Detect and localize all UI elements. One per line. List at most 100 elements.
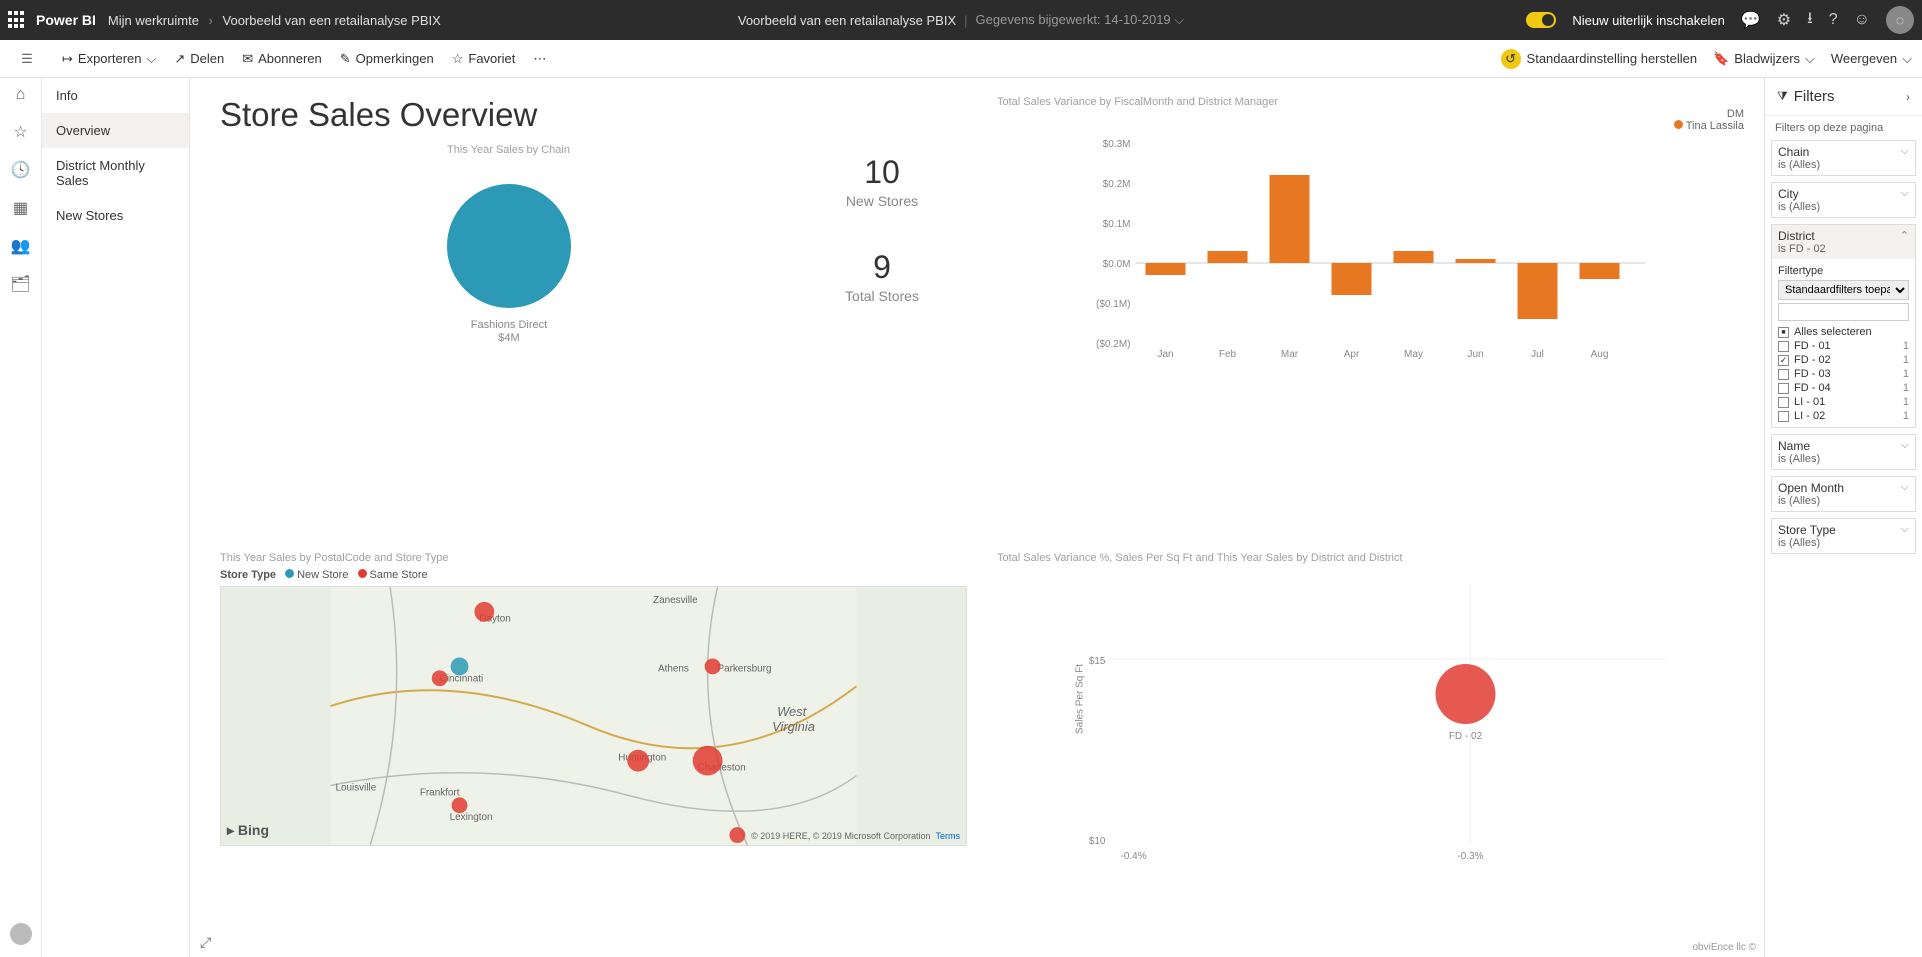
workspace-icon[interactable]: 🗂 — [10, 274, 30, 294]
app-launcher-icon[interactable] — [8, 11, 26, 29]
filter-card-city[interactable]: City is (Alles) ⌵ — [1771, 182, 1916, 218]
tab-new-stores[interactable]: New Stores — [42, 198, 189, 233]
kpi-new-stores-value: 10 — [797, 154, 967, 191]
favorites-icon[interactable]: ☆ — [13, 122, 27, 142]
recent-icon[interactable]: 🕓 — [11, 160, 31, 180]
svg-text:Zanesville: Zanesville — [653, 594, 698, 605]
bar-chart[interactable]: $0.3M $0.2M $0.1M $0.0M ($0.1M) ($0.2M) … — [997, 132, 1744, 362]
map-attribution: © 2019 HERE, © 2019 Microsoft Corporatio… — [751, 831, 960, 841]
svg-text:Jul: Jul — [1531, 349, 1544, 360]
user-avatar[interactable]: ◌ — [1886, 6, 1914, 34]
tab-district-monthly[interactable]: District Monthly Sales — [42, 148, 189, 198]
checkbox-option[interactable]: FD - 041 — [1778, 381, 1909, 395]
tab-info[interactable]: Info — [42, 78, 189, 113]
map-terms-link[interactable]: Terms — [936, 831, 961, 841]
svg-text:Sales Per Sq Ft: Sales Per Sq Ft — [1075, 663, 1086, 733]
checkbox-option[interactable]: LI - 021 — [1778, 409, 1909, 423]
scatter-chart[interactable]: Sales Per Sq Ft $15 $10 FD - 02 -0.4% -0… — [997, 564, 1744, 864]
comments-button[interactable]: ✎ Opmerkingen — [340, 51, 434, 67]
checkbox-option[interactable]: FD - 021 — [1778, 353, 1909, 367]
download-icon[interactable]: ⭳ — [1807, 7, 1813, 34]
data-updated[interactable]: Gegevens bijgewerkt: 14-10-2019 ⌵ — [976, 12, 1185, 28]
filters-scope-label: Filters op deze pagina — [1765, 116, 1922, 138]
reset-default-button[interactable]: ↺Standaardinstelling herstellen — [1501, 49, 1698, 69]
view-button[interactable]: Weergeven ⌵ — [1831, 51, 1912, 67]
scatter-section: Total Sales Variance %, Sales Per Sq Ft … — [997, 552, 1744, 950]
chevron-down-icon: ⌵ — [1901, 187, 1909, 200]
filter-card-store-type[interactable]: Store Type is (Alles) ⌵ — [1771, 518, 1916, 554]
checkbox-option[interactable]: LI - 011 — [1778, 395, 1909, 409]
report-footer: obviEnce llc © — [1692, 942, 1756, 953]
svg-text:Virginia: Virginia — [772, 718, 815, 733]
favorite-button[interactable]: ☆ Favoriet — [452, 51, 516, 67]
chevron-down-icon: ⌵ — [1901, 439, 1909, 452]
chevron-right-icon[interactable]: › — [1906, 90, 1910, 104]
svg-text:$4M: $4M — [498, 332, 519, 344]
new-look-label: Nieuw uiterlijk inschakelen — [1572, 13, 1724, 28]
filtertype-select[interactable]: Standaardfilters toepassen — [1778, 280, 1909, 300]
top-right-actions: Nieuw uiterlijk inschakelen 💬 ⚙ ⭳ ? ☺ ◌ — [1526, 6, 1914, 34]
map-visual[interactable]: Dayton Cincinnati Frankfort Lexington Za… — [220, 586, 967, 846]
filters-panel: ⧩ Filters › Filters op deze pagina Chain… — [1764, 78, 1922, 957]
map-title: This Year Sales by PostalCode and Store … — [220, 552, 967, 564]
chevron-down-icon: ⌵ — [1901, 523, 1909, 536]
pie-chart[interactable]: Fashions Direct $4M — [409, 166, 609, 356]
subscribe-button[interactable]: ✉ Abonneren — [242, 51, 322, 67]
export-button[interactable]: ↦ Exporteren ⌵ — [62, 51, 156, 67]
chevron-down-icon: ⌵ — [1901, 481, 1909, 494]
filter-card-district[interactable]: District is FD - 02 ⌃ — [1771, 224, 1916, 259]
svg-text:($0.1M): ($0.1M) — [1096, 299, 1130, 310]
bar-chart-legend: DM Tina Lassila — [997, 108, 1744, 132]
chat-icon[interactable]: 💬 — [1741, 10, 1761, 30]
apps-icon[interactable]: ▦ — [13, 198, 28, 218]
filter-district-body: Filtertype Standaardfilters toepassen Al… — [1771, 259, 1916, 428]
report-name-center: Voorbeeld van een retailanalyse PBIX — [738, 13, 956, 28]
filter-card-chain[interactable]: Chain is (Alles) ⌵ — [1771, 140, 1916, 176]
svg-text:$0.3M: $0.3M — [1103, 139, 1131, 150]
workspace-avatar[interactable] — [10, 923, 32, 945]
svg-text:Apr: Apr — [1344, 349, 1360, 360]
filter-card-open-month[interactable]: Open Month is (Alles) ⌵ — [1771, 476, 1916, 512]
home-icon[interactable]: ⌂ — [16, 86, 26, 104]
bar-chart-title: Total Sales Variance by FiscalMonth and … — [997, 96, 1744, 108]
svg-text:Fashions Direct: Fashions Direct — [470, 319, 546, 331]
svg-text:Lexington: Lexington — [450, 812, 493, 823]
svg-text:Aug: Aug — [1591, 349, 1609, 360]
svg-text:Mar: Mar — [1281, 349, 1299, 360]
filter-card-name[interactable]: Name is (Alles) ⌵ — [1771, 434, 1916, 470]
svg-text:-0.3%: -0.3% — [1457, 851, 1483, 862]
feedback-icon[interactable]: ☺ — [1854, 11, 1870, 29]
checkbox-select-all[interactable]: Alles selecteren — [1778, 325, 1909, 339]
top-bar: Power BI Mijn werkruimte › Voorbeeld van… — [0, 0, 1922, 40]
top-center: Voorbeeld van een retailanalyse PBIX | G… — [738, 12, 1184, 28]
svg-text:-0.4%: -0.4% — [1121, 851, 1147, 862]
share-button[interactable]: ↗ Delen — [174, 51, 224, 67]
filters-header[interactable]: ⧩ Filters › — [1765, 78, 1922, 116]
more-button[interactable]: ⋯ — [533, 51, 546, 67]
bookmarks-button[interactable]: 🔖 Bladwijzers ⌵ — [1713, 51, 1815, 67]
breadcrumb-workspace[interactable]: Mijn werkruimte — [108, 13, 199, 28]
tab-overview[interactable]: Overview — [42, 113, 189, 148]
kpi-total-stores-value: 9 — [797, 249, 967, 286]
svg-text:Athens: Athens — [658, 663, 689, 674]
help-icon[interactable]: ? — [1829, 11, 1838, 29]
hamburger-icon[interactable]: ☰ — [10, 51, 44, 67]
gear-icon[interactable]: ⚙ — [1777, 10, 1791, 30]
svg-text:Jun: Jun — [1467, 349, 1483, 360]
checkbox-option[interactable]: FD - 011 — [1778, 339, 1909, 353]
svg-text:Parkersburg: Parkersburg — [718, 663, 772, 674]
filter-search-input[interactable] — [1778, 303, 1909, 321]
svg-text:May: May — [1404, 349, 1423, 360]
svg-text:$0.0M: $0.0M — [1103, 259, 1131, 270]
expand-handle-icon[interactable]: ⤢ — [200, 934, 211, 951]
svg-text:($0.2M): ($0.2M) — [1096, 339, 1130, 350]
new-look-toggle[interactable] — [1526, 12, 1556, 28]
svg-text:Louisville: Louisville — [336, 782, 377, 793]
map-legend: Store Type New Store Same Store — [220, 569, 967, 581]
checkbox-option[interactable]: FD - 031 — [1778, 367, 1909, 381]
breadcrumb-report[interactable]: Voorbeeld van een retailanalyse PBIX — [223, 13, 441, 28]
bing-logo: ▸ Bing — [227, 822, 269, 839]
shared-icon[interactable]: 👥 — [11, 236, 31, 256]
bar-chart-section: Total Sales Variance by FiscalMonth and … — [997, 96, 1744, 542]
svg-text:West: West — [777, 704, 808, 719]
